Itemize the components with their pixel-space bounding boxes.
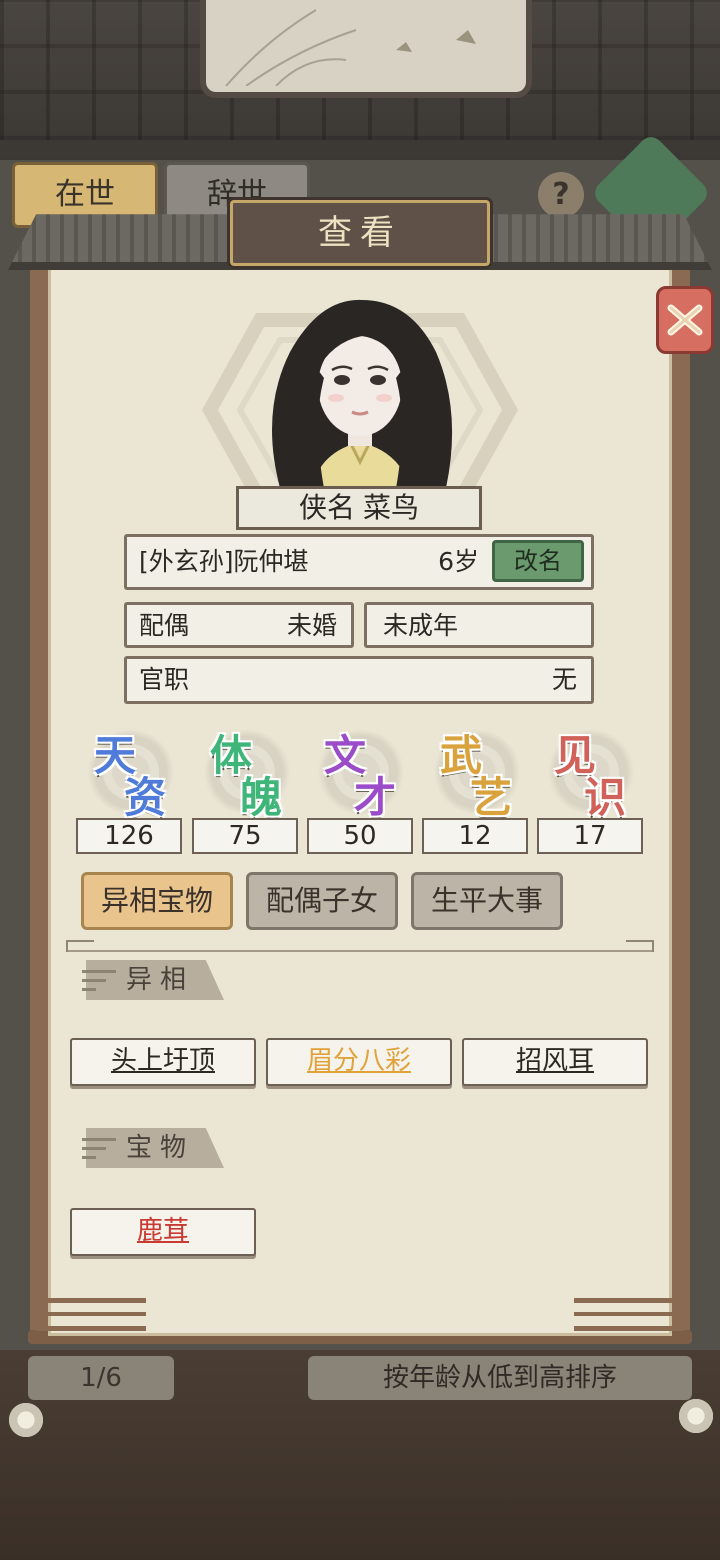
spouse-row: 配偶 未婚 [124,602,354,648]
stat-literary-value: 50 [307,818,413,854]
sort-button[interactable]: 按年龄从低到高排序 [308,1356,692,1400]
help-icon[interactable]: ? [538,172,584,218]
hero-title-value: 菜鸟 [363,491,420,524]
dialog-title: 查看 [227,197,493,269]
trait-item[interactable]: 眉分八彩 [266,1038,452,1086]
lattice-corner-right [574,1298,684,1332]
stat-physique-value: 75 [192,818,298,854]
office-label: 官职 [139,665,190,694]
stat-knowledge-value: 17 [537,818,643,854]
stat-talent-value: 126 [76,818,182,854]
flower-decoration [676,1396,716,1436]
page-indicator[interactable]: 1/6 [28,1356,174,1400]
hero-title-plate: 侠名 菜鸟 [236,486,482,530]
stat-literary-label: 文才 [310,722,410,822]
traits-section-title: 异相 [126,965,195,995]
office-value: 无 [551,665,577,694]
lattice-corner-left [36,1298,146,1332]
close-button[interactable] [656,286,714,354]
stat-physique-label: 体魄 [196,722,296,822]
treasures-section-title: 宝物 [126,1133,195,1163]
relation-name: [外玄孙]阮仲堪 [139,547,309,576]
stat-martial-value: 12 [422,818,528,854]
section-divider [66,938,654,952]
spouse-value: 未婚 [286,611,337,640]
maturity-value: 未成年 [383,611,459,640]
tab-life-events[interactable]: 生平大事 [411,872,563,930]
stat-martial-label: 武艺 [426,722,526,822]
flower-decoration [6,1400,46,1440]
tab-spouse-children[interactable]: 配偶子女 [246,872,398,930]
traits-section-header: 异相 [72,960,224,1000]
stat-talent-label: 天资 [80,722,180,822]
spouse-label: 配偶 [139,611,190,640]
trait-item[interactable]: 头上圩顶 [70,1038,256,1086]
treasures-section-header: 宝物 [72,1128,224,1168]
stat-knowledge-label: 见识 [540,722,640,822]
rename-button[interactable]: 改名 [492,540,584,582]
treasure-item[interactable]: 鹿茸 [70,1208,256,1256]
trait-item[interactable]: 招风耳 [462,1038,648,1086]
office-row: 官职 无 [124,656,594,704]
tab-traits-treasures[interactable]: 异相宝物 [81,872,233,930]
hero-title-label: 侠名 [298,491,355,524]
age-value: 6岁 [438,547,479,576]
wall-painting [200,0,532,98]
maturity-row: 未成年 [364,602,594,648]
character-portrait [272,299,453,488]
close-x-icon [667,304,703,336]
